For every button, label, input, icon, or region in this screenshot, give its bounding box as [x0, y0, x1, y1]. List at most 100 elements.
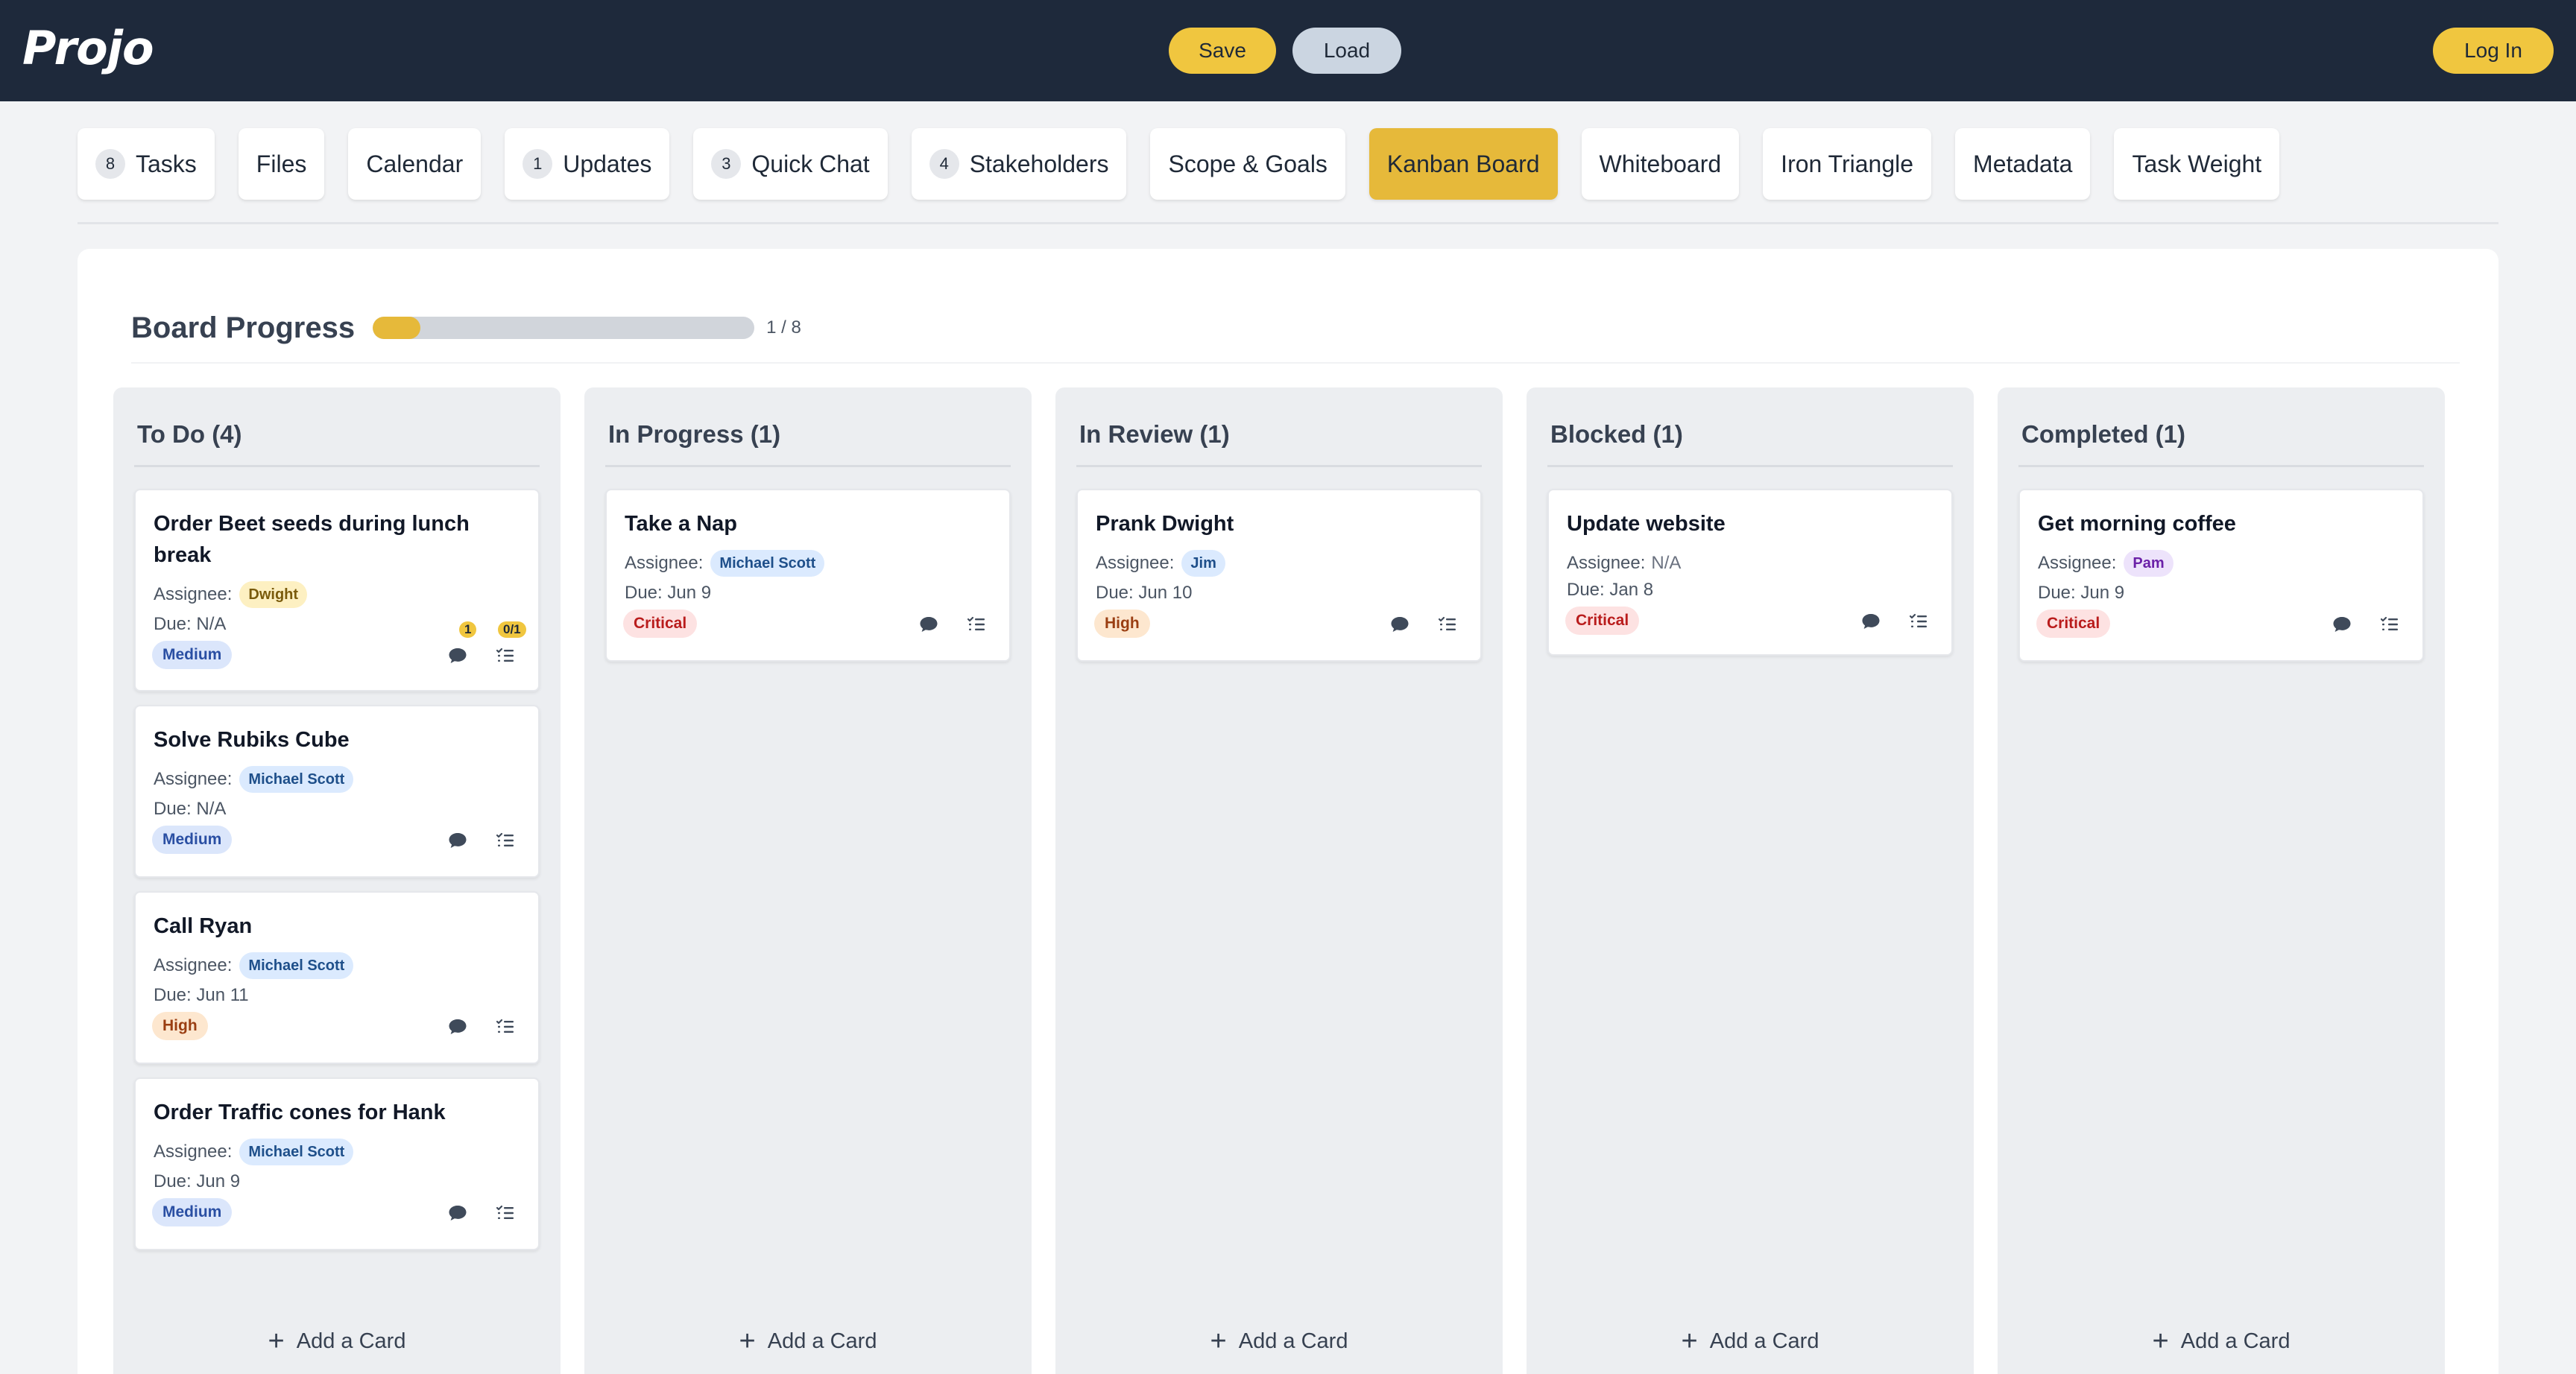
- board-progress-bar: [373, 317, 755, 339]
- add-card-button[interactable]: + Add a Card: [584, 1319, 1032, 1364]
- checklist-icon[interactable]: [492, 827, 519, 854]
- comment-icon-glyph: [449, 1019, 467, 1034]
- checklist-icon[interactable]: [963, 611, 990, 638]
- card-assignee-row: Assignee: Jim: [1096, 550, 1225, 577]
- checklist-icon[interactable]: [492, 642, 519, 669]
- tab-label: Updates: [563, 150, 652, 177]
- checklist-icon[interactable]: [1905, 608, 1932, 635]
- task-card[interactable]: Prank Dwight Assignee: Jim Due: Jun 10 High: [1076, 489, 1482, 662]
- comment-icon[interactable]: [444, 642, 471, 669]
- task-card[interactable]: Update website Assignee: N/A Due: Jan 8 Crit…: [1547, 489, 1953, 656]
- load-button[interactable]: Load: [1292, 28, 1401, 74]
- tab-label: Files: [256, 150, 307, 177]
- comment-icon[interactable]: [444, 1013, 471, 1040]
- add-card-button[interactable]: + Add a Card: [1055, 1319, 1503, 1364]
- comment-icon[interactable]: [915, 611, 942, 638]
- login-button[interactable]: Log In: [2433, 28, 2554, 74]
- comment-icon-glyph: [449, 648, 467, 663]
- card-title: Solve Rubiks Cube: [154, 728, 350, 752]
- checklist-icon[interactable]: [492, 1200, 519, 1226]
- card-due-date: Due: Jan 8: [1567, 580, 1654, 600]
- checklist-icon[interactable]: [492, 1013, 519, 1040]
- assignee-label: Assignee:: [154, 955, 233, 975]
- assignee-chip[interactable]: Dwight: [239, 581, 308, 608]
- save-button[interactable]: Save: [1169, 28, 1276, 74]
- card-due-date: Due: Jun 9: [154, 1171, 241, 1191]
- kanban-column-blocked: Blocked (1) Update website Assignee: N/A Due…: [1527, 387, 1974, 1374]
- board-progress-title: Board Progress: [131, 311, 356, 344]
- tab-task-weight[interactable]: Task Weight: [2114, 128, 2280, 200]
- task-card[interactable]: Take a Nap Assignee: Michael Scott Due: Jun…: [605, 489, 1011, 662]
- tab-metadata[interactable]: Metadata: [1955, 128, 2091, 200]
- card-title: Prank Dwight: [1096, 512, 1234, 536]
- add-card-label: Add a Card: [1238, 1329, 1348, 1353]
- card-assignee-row: Assignee: Michael Scott: [154, 952, 354, 979]
- tab-iron-triangle[interactable]: Iron Triangle: [1763, 128, 1932, 200]
- tab-tasks[interactable]: 8 Tasks: [78, 128, 215, 200]
- assignee-chip[interactable]: Michael Scott: [239, 952, 354, 979]
- card-assignee-row: Assignee: Pam: [2038, 550, 2174, 577]
- task-card[interactable]: Order Traffic cones for Hank Assignee: Mic…: [134, 1077, 540, 1250]
- comment-icon[interactable]: [2329, 611, 2355, 638]
- assignee-chip[interactable]: Pam: [2124, 550, 2174, 577]
- task-card[interactable]: Order Beet seeds during lunch break Assig…: [134, 489, 540, 691]
- comment-icon-glyph: [449, 833, 467, 848]
- tab-calendar[interactable]: Calendar: [348, 128, 482, 200]
- priority-badge: Critical: [623, 610, 698, 638]
- priority-badge: Critical: [1565, 607, 1640, 635]
- checklist-count-badge: 0/1: [498, 621, 526, 638]
- tab-count-badge: 1: [523, 149, 553, 179]
- board-progress: Board Progress 1 / 8: [131, 305, 2460, 350]
- checklist-icon-glyph: [496, 648, 514, 662]
- assignee-chip[interactable]: Jim: [1181, 550, 1225, 577]
- top-nav-bar: Projo Save Load Log In: [0, 0, 2576, 101]
- tab-label: Stakeholders: [969, 150, 1109, 177]
- tab-whiteboard[interactable]: Whiteboard: [1581, 128, 1740, 200]
- assignee-label: Assignee:: [625, 553, 704, 573]
- card-due-date: Due: Jun 9: [625, 583, 712, 603]
- assignee-chip[interactable]: Michael Scott: [710, 550, 825, 577]
- comment-icon[interactable]: [444, 1200, 471, 1226]
- card-title: Take a Nap: [625, 512, 737, 536]
- card-due-date: Due: N/A: [154, 799, 227, 819]
- assignee-chip[interactable]: Michael Scott: [239, 1139, 354, 1165]
- card-assignee-row: Assignee: Dwight: [154, 581, 308, 608]
- column-divider: [134, 465, 540, 467]
- add-card-button[interactable]: + Add a Card: [113, 1319, 561, 1364]
- plus-icon: +: [2152, 1326, 2169, 1357]
- tab-quick-chat[interactable]: 3 Quick Chat: [693, 128, 888, 200]
- comment-icon[interactable]: [1386, 611, 1413, 638]
- card-due-date: Due: Jun 11: [154, 985, 249, 1005]
- comment-icon-glyph: [1391, 617, 1409, 632]
- checklist-icon[interactable]: [2376, 611, 2403, 638]
- task-card[interactable]: Call Ryan Assignee: Michael Scott Due: Jun …: [134, 891, 540, 1064]
- add-card-label: Add a Card: [767, 1329, 877, 1353]
- comment-icon-glyph: [1862, 614, 1880, 629]
- task-card[interactable]: Solve Rubiks Cube Assignee: Michael Scott D…: [134, 705, 540, 878]
- add-card-button[interactable]: + Add a Card: [1998, 1319, 2445, 1364]
- tab-updates[interactable]: 1 Updates: [505, 128, 670, 200]
- comment-icon[interactable]: [444, 827, 471, 854]
- tab-files[interactable]: Files: [238, 128, 325, 200]
- tab-label: Tasks: [136, 150, 197, 177]
- tab-kanban-board[interactable]: Kanban Board: [1368, 128, 1558, 200]
- app-logo[interactable]: Projo: [22, 21, 154, 75]
- card-title: Order Traffic cones for Hank: [154, 1101, 446, 1124]
- card-assignee-row: Assignee: Michael Scott: [154, 766, 354, 793]
- checklist-icon[interactable]: [1434, 611, 1461, 638]
- card-title: Order Beet seeds during lunch break: [154, 512, 470, 567]
- tab-label: Scope & Goals: [1168, 150, 1328, 177]
- comment-icon-glyph: [449, 1206, 467, 1221]
- add-card-button[interactable]: + Add a Card: [1527, 1319, 1974, 1364]
- tab-count-badge: 8: [95, 149, 125, 179]
- assignee-label: Assignee:: [154, 584, 233, 604]
- assignee-label: Assignee:: [154, 1142, 233, 1162]
- tab-scope-goals[interactable]: Scope & Goals: [1150, 128, 1345, 200]
- tab-stakeholders[interactable]: 4 Stakeholders: [911, 128, 1127, 200]
- tab-count-badge: 3: [711, 149, 742, 179]
- card-assignee-row: Assignee: N/A: [1567, 553, 1681, 574]
- task-card[interactable]: Get morning coffee Assignee: Pam Due: Jun 9…: [2018, 489, 2424, 662]
- assignee-chip[interactable]: Michael Scott: [239, 766, 354, 793]
- checklist-icon-glyph: [2380, 616, 2398, 630]
- comment-icon[interactable]: [1857, 608, 1884, 635]
